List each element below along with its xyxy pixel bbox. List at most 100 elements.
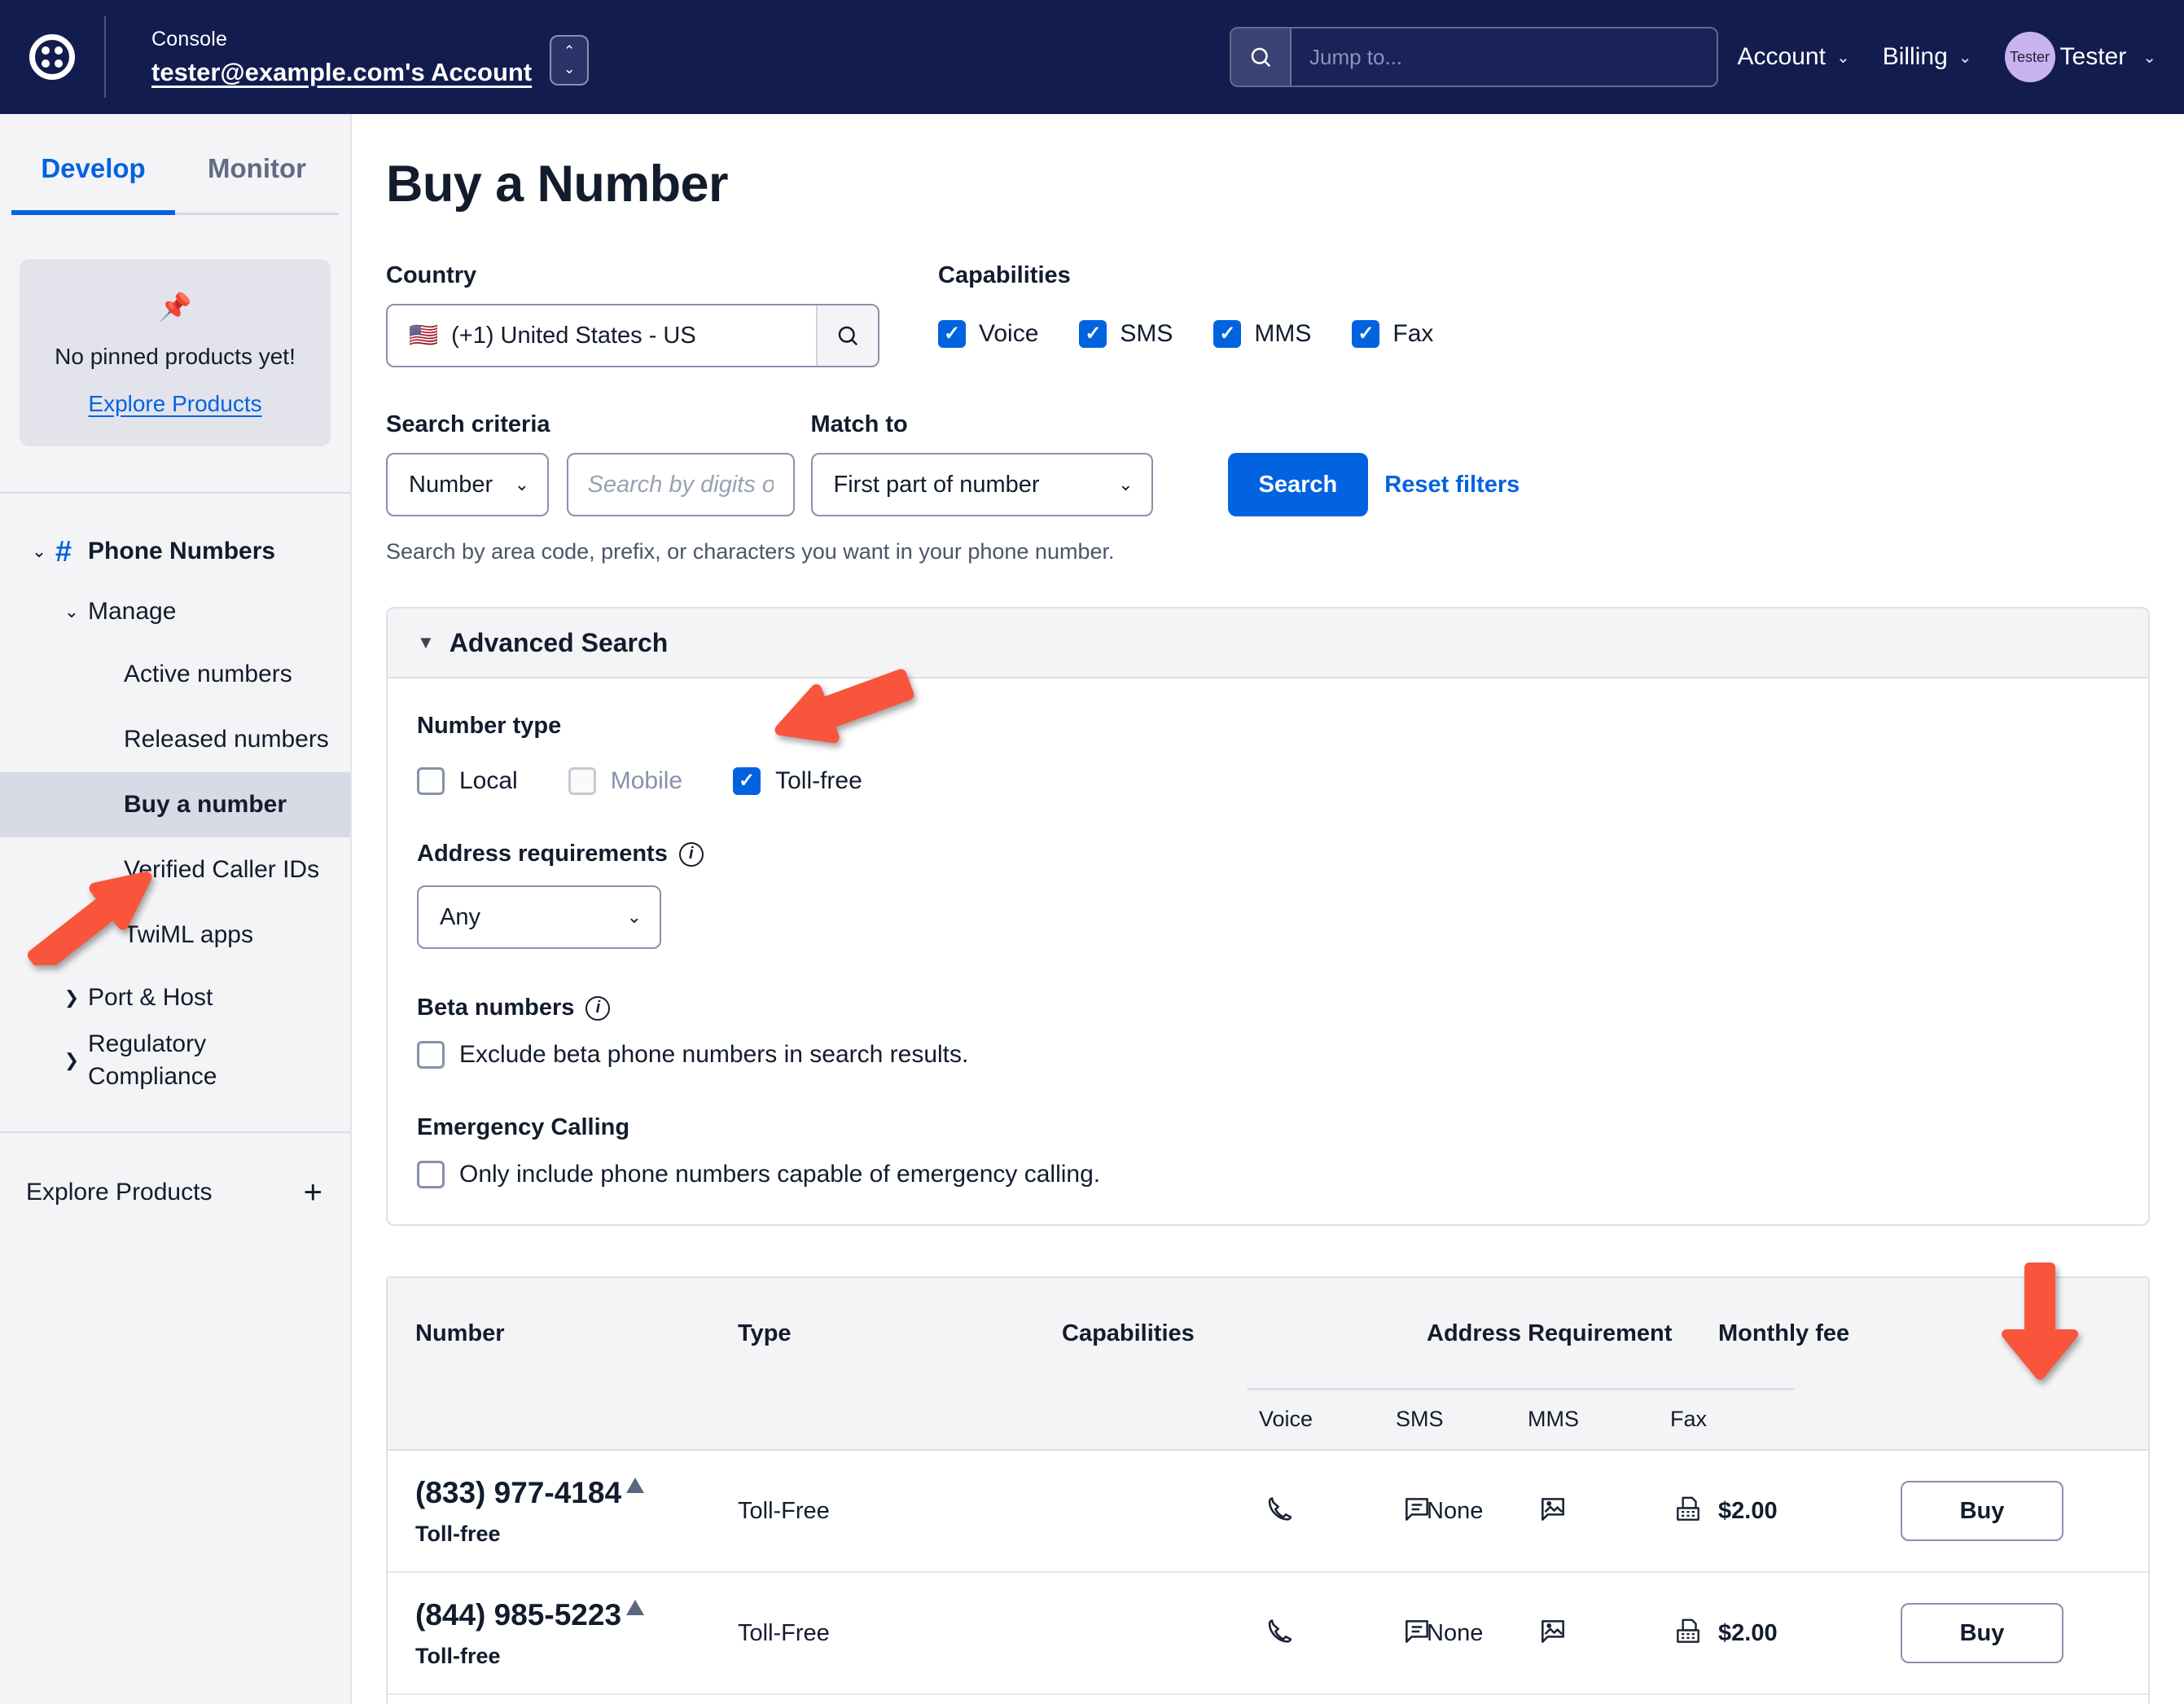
info-icon[interactable]: i (678, 841, 704, 867)
sidebar-item-released-numbers[interactable]: Released numbers (0, 707, 350, 772)
fax-icon (1673, 1494, 1704, 1529)
sidebar-item-port-and-host[interactable]: ❯ Port & Host (0, 968, 350, 1028)
number-type-mobile[interactable]: Mobile (568, 767, 682, 795)
phone-number[interactable]: (833) 977-4184 (415, 1476, 621, 1510)
address-requirements-label-text: Address requirements (417, 841, 668, 867)
advanced-search-title: Advanced Search (449, 627, 669, 657)
user-menu[interactable]: Tester Tester ⌄ (2004, 32, 2156, 82)
buy-button[interactable]: Buy (1901, 1603, 2063, 1663)
twilio-logo-button[interactable] (0, 0, 104, 114)
global-search[interactable] (1230, 27, 1718, 87)
number-subtype: Toll-free (415, 1643, 501, 1668)
country-field: Country 🇺🇸 (+1) United States - US (386, 262, 879, 367)
user-menu-label: Tester (2059, 43, 2127, 70)
explore-products-link[interactable]: Explore Products (88, 391, 261, 417)
checkbox-exclude-beta[interactable] (417, 1041, 445, 1069)
nav-divider (104, 16, 106, 98)
number-type-toll-free[interactable]: Toll-free (733, 767, 862, 795)
account-name-link[interactable]: tester@example.com's Account (151, 58, 532, 87)
phone-number[interactable]: (844) 985-5223 (415, 1598, 621, 1632)
sidebar-nav-tree: ⌄ # Phone Numbers ⌄ Manage Active number… (0, 494, 350, 1094)
table-row: (833) 977-4184 Toll-free Toll-Free None … (388, 1451, 2148, 1573)
column-subheader-sms: SMS (1396, 1407, 1444, 1431)
checkbox-mobile[interactable] (568, 767, 596, 795)
country-select[interactable]: 🇺🇸 (+1) United States - US (386, 304, 879, 367)
number-subtype: Toll-free (415, 1521, 501, 1546)
chevron-down-icon: ⌄ (31, 540, 47, 561)
checkbox-sms[interactable] (1079, 320, 1107, 348)
address-requirement-cell: None (1427, 1497, 1484, 1524)
capability-mms[interactable]: MMS (1213, 320, 1311, 348)
mms-icon (1537, 1616, 1568, 1651)
flag-icon: 🇺🇸 (409, 323, 439, 349)
exclude-beta-numbers-row[interactable]: Exclude beta phone numbers in search res… (417, 1041, 2148, 1069)
sidebar-item-buy-a-number[interactable]: Buy a number (0, 771, 350, 837)
emergency-calling-label-text: Emergency Calling (417, 1114, 630, 1140)
beta-marker-icon (626, 1477, 645, 1493)
chevron-right-icon: ❯ (64, 986, 80, 1008)
chevron-right-icon: ❯ (64, 1050, 80, 1071)
phone-icon (1265, 1616, 1296, 1651)
sidebar-item-manage[interactable]: ⌄ Manage (0, 582, 350, 642)
search-criteria-select[interactable]: Number ⌄ (386, 453, 549, 516)
search-digits-input[interactable] (566, 453, 795, 516)
match-to-select[interactable]: First part of number ⌄ (810, 453, 1153, 516)
capability-sms[interactable]: SMS (1079, 320, 1173, 348)
number-type-label-text: Number type (417, 713, 562, 739)
checkbox-toll-free[interactable] (733, 767, 761, 795)
sidebar-item-twiml-apps[interactable]: TwiML apps (0, 903, 350, 968)
sidebar-item-regulatory-compliance[interactable]: ❯ Regulatory Compliance (0, 1028, 350, 1094)
explore-products-button[interactable]: Explore Products + (0, 1133, 350, 1209)
buy-button[interactable]: Buy (1901, 1481, 2063, 1541)
capability-voice[interactable]: Voice (938, 320, 1038, 348)
checkbox-emergency-calling[interactable] (417, 1161, 445, 1188)
address-requirements-select[interactable]: Any ⌄ (417, 885, 661, 949)
country-label: Country (386, 262, 477, 288)
billing-menu[interactable]: Billing ⌄ (1883, 43, 1972, 71)
sidebar-item-active-numbers[interactable]: Active numbers (0, 642, 350, 707)
sidebar-item-phone-numbers[interactable]: ⌄ # Phone Numbers (0, 521, 350, 582)
info-icon[interactable]: i (585, 995, 611, 1021)
match-to-field: Match to First part of number ⌄ (810, 411, 1153, 516)
address-requirements-value: Any (440, 903, 480, 930)
sidebar-item-label: Released numbers (124, 725, 329, 753)
pinned-empty-text: No pinned products yet! (55, 344, 296, 369)
search-button[interactable]: Search (1227, 453, 1369, 516)
checkbox-mms[interactable] (1213, 320, 1242, 348)
checkbox-voice[interactable] (938, 320, 966, 348)
tab-develop[interactable]: Develop (11, 153, 175, 215)
monthly-fee-cell: $2.00 (1718, 1619, 1778, 1646)
checkbox-fax[interactable] (1352, 320, 1380, 348)
twilio-logo-icon (29, 34, 75, 80)
number-type-local[interactable]: Local (417, 767, 518, 795)
avatar: Tester (2004, 32, 2055, 82)
type-cell: Toll-Free (738, 1619, 830, 1646)
sidebar-item-verified-caller-ids[interactable]: Verified Caller IDs (0, 837, 350, 903)
monthly-fee-cell: $2.00 (1718, 1497, 1778, 1524)
checkbox-local[interactable] (417, 767, 445, 795)
country-search-icon[interactable] (816, 305, 878, 366)
chevron-down-icon: ⌄ (514, 474, 529, 494)
advanced-search-toggle[interactable]: ▼ Advanced Search (388, 608, 2148, 679)
number-cell: (844) 985-5223 Toll-free (415, 1598, 645, 1669)
console-label: Console (151, 27, 228, 51)
reset-filters-link[interactable]: Reset filters (1384, 472, 1520, 516)
emergency-calling-row[interactable]: Only include phone numbers capable of em… (417, 1161, 2148, 1188)
search-icon (1231, 29, 1292, 86)
search-input[interactable] (1292, 29, 1717, 86)
fax-icon (1673, 1616, 1704, 1651)
page-title: Buy a Number (386, 156, 729, 213)
capability-fax[interactable]: Fax (1352, 320, 1433, 348)
account-menu[interactable]: Account ⌄ (1738, 43, 1850, 71)
chevron-down-icon: ⌄ (64, 600, 80, 621)
search-helper-text: Search by area code, prefix, or characte… (386, 539, 1115, 564)
type-cell: Toll-Free (738, 1497, 830, 1524)
tab-monitor[interactable]: Monitor (175, 153, 339, 215)
number-type-label: Toll-free (775, 767, 862, 794)
beta-numbers-label-text: Beta numbers (417, 995, 575, 1021)
account-menu-label: Account (1737, 43, 1826, 70)
chevron-down-icon: ⌄ (1118, 474, 1134, 494)
explore-products-label: Explore Products (26, 1178, 213, 1206)
account-switcher-button[interactable]: ⌃ ⌄ (550, 34, 590, 86)
advanced-search-body: Number type Local Mobile Toll-free Addr (388, 679, 2148, 1224)
